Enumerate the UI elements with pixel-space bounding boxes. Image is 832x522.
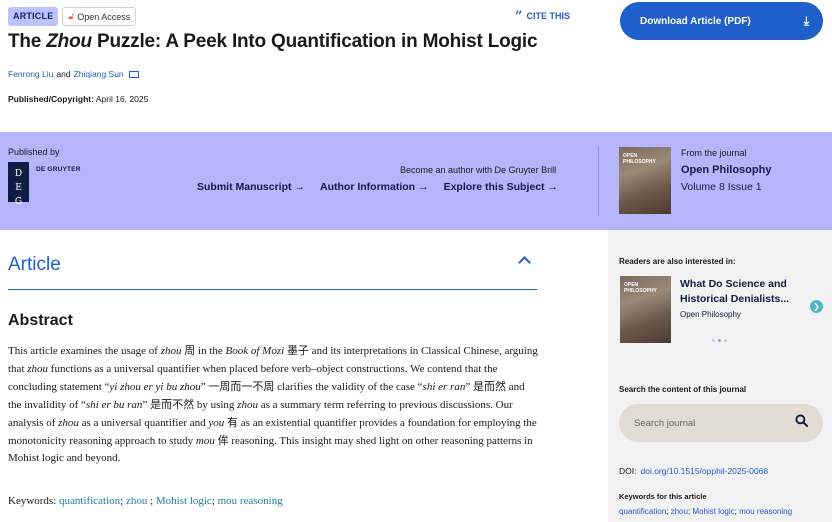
keywords-label: Keywords: xyxy=(8,495,57,507)
cite-this-label: CITE THIS xyxy=(526,11,570,21)
carousel-dot[interactable] xyxy=(724,339,727,342)
author-separator: and xyxy=(56,69,71,79)
open-access-label: Open Access xyxy=(77,11,131,22)
abstract-run: 周 in the xyxy=(181,345,226,357)
authors: Fenrong Liu and Zhiqiang Sun xyxy=(8,69,139,79)
author-information-link[interactable]: Author Information → xyxy=(320,181,429,193)
doi-link[interactable]: doi.org/10.1515/opphil-2025-0068 xyxy=(640,466,768,476)
article-title: The Zhou Puzzle: A Peek Into Quantificat… xyxy=(8,31,538,53)
divider xyxy=(598,146,599,216)
sidebar: Readers are also interested in: OPEN PHI… xyxy=(608,230,832,522)
badges: ARTICLE 🔓︎ Open Access xyxy=(8,7,137,26)
arrow-right-icon: → xyxy=(547,181,559,193)
logo-letter: G xyxy=(14,197,23,207)
pub-date-value: April 16, 2025 xyxy=(95,94,149,104)
journal-volume-link[interactable]: Volume 8 Issue 1 xyxy=(681,181,762,193)
search-icon[interactable] xyxy=(795,414,808,427)
keyword-link[interactable]: Mohist logic xyxy=(692,507,734,516)
journal-cover-image[interactable]: OPEN PHILOSOPHY xyxy=(619,147,671,214)
author-links: Submit Manuscript → Author Information → E… xyxy=(197,181,558,193)
keyword-link[interactable]: Mohist logic xyxy=(156,495,212,507)
abstract-term: you xyxy=(208,416,225,429)
download-label: Download Article (PDF) xyxy=(640,15,751,27)
cover-title: OPEN PHILOSOPHY xyxy=(623,153,656,165)
abstract-term: zhou xyxy=(160,345,182,357)
author-link[interactable]: Fenrong Liu xyxy=(8,69,53,79)
publisher-band: Published by D E G DE GRUYTER Become an … xyxy=(0,132,832,230)
keyword-link[interactable]: mou reasoning xyxy=(218,495,283,507)
download-pdf-button[interactable]: Download Article (PDF) ⤓ xyxy=(620,2,823,40)
keywords-line: Keywords: quantification; zhou ; Mohist … xyxy=(8,495,283,507)
keyword-link[interactable]: quantification xyxy=(619,507,666,516)
abstract-term: shi er ran xyxy=(422,380,466,393)
doi-line: DOI: doi.org/10.1515/opphil-2025-0068 xyxy=(619,466,768,476)
recommended-article-link[interactable]: What Do Science and Historical Denialist… xyxy=(680,277,810,306)
keyword-link[interactable]: quantification xyxy=(59,495,120,507)
mail-icon[interactable] xyxy=(128,70,139,78)
logo-letter: D xyxy=(14,169,23,179)
keyword-link[interactable]: zhou xyxy=(126,495,147,507)
download-icon: ⤓ xyxy=(803,13,809,28)
open-access-badge: 🔓︎ Open Access xyxy=(62,7,137,26)
published-by-label: Published by xyxy=(8,147,60,157)
recommended-journal: Open Philosophy xyxy=(680,310,741,319)
cite-this-button[interactable]: ” CITE THIS xyxy=(515,8,570,24)
recommended-cover-image[interactable]: OPEN PHILOSOPHY xyxy=(620,276,671,343)
submit-manuscript-link[interactable]: Submit Manuscript → xyxy=(197,181,305,193)
abstract-heading: Abstract xyxy=(8,312,73,329)
title-part: The xyxy=(8,31,47,52)
search-journal-input[interactable]: Search journal xyxy=(619,404,823,442)
abstract-term: mou xyxy=(195,434,215,447)
title-part: Puzzle: A Peek Into Quantification in Mo… xyxy=(91,31,538,52)
publisher-name: DE GRUYTER xyxy=(36,166,81,173)
doi-label: DOI: xyxy=(619,466,637,476)
article-type-badge: ARTICLE xyxy=(8,7,59,26)
cover-title: OPEN PHILOSOPHY xyxy=(624,282,657,294)
search-journal-heading: Search the content of this journal xyxy=(619,385,747,394)
abstract-term: shi er bu ran xyxy=(85,398,143,411)
chevron-up-icon[interactable] xyxy=(518,256,531,269)
abstract-term: zhou xyxy=(58,416,79,429)
quote-icon: ” xyxy=(515,8,523,24)
carousel-dots[interactable] xyxy=(712,339,727,342)
carousel-dot[interactable] xyxy=(712,339,715,342)
become-author-text: Become an author with De Gruyter Brill xyxy=(400,165,557,175)
logo-letter: E xyxy=(15,183,22,193)
link-label: Submit Manuscript xyxy=(197,181,292,193)
link-label: Author Information xyxy=(320,181,416,193)
article-header: ARTICLE 🔓︎ Open Access ” CITE THIS The Z… xyxy=(0,0,832,132)
arrow-right-icon: → xyxy=(294,181,306,193)
arrow-right-icon: → xyxy=(418,181,429,193)
abstract-text: This article examines the usage of zhou … xyxy=(8,343,540,468)
keyword-link[interactable]: zhou xyxy=(671,507,688,516)
abstract-term: zhou xyxy=(237,398,258,411)
readers-interested-heading: Readers are also interested in: xyxy=(619,257,736,266)
lock-icon: 🔓︎ xyxy=(68,11,75,21)
carousel-dot[interactable] xyxy=(718,339,721,342)
abstract-term: yi zhou er yi bu zhou xyxy=(109,380,201,393)
abstract-run: as a universal quantifier and xyxy=(78,416,209,429)
de-gruyter-logo[interactable]: D E G xyxy=(8,162,29,207)
keyword-link[interactable]: mou reasoning xyxy=(739,507,792,516)
link-label: Explore this Subject xyxy=(443,181,545,193)
chevron-right-icon[interactable]: ❯ xyxy=(810,300,823,313)
sidebar-keywords: quantification; zhou; Mohist logic; mou … xyxy=(619,507,793,516)
from-journal-label: From the journal xyxy=(681,148,747,158)
abstract-term: Book of Mozi xyxy=(225,345,285,357)
abstract-run: ” 是而不然 by using xyxy=(142,398,238,411)
pub-date-label: Published/Copyright: xyxy=(8,94,94,104)
abstract-run: ” 一周而一不周 clarifies the validity of the c… xyxy=(200,380,423,393)
search-placeholder: Search journal xyxy=(634,417,696,429)
explore-subject-link[interactable]: Explore this Subject → xyxy=(444,181,558,193)
publication-date: Published/Copyright: April 16, 2025 xyxy=(8,94,148,104)
section-title: Article xyxy=(8,254,61,275)
journal-name-link[interactable]: Open Philosophy xyxy=(681,164,771,176)
author-link[interactable]: Zhiqiang Sun xyxy=(74,69,124,79)
title-italic: Zhou xyxy=(46,31,92,52)
keywords-heading: Keywords for this article xyxy=(619,492,707,501)
abstract-term: zhou xyxy=(27,362,49,375)
abstract-run: This article examines the usage of xyxy=(8,345,161,357)
article-section-header[interactable]: Article xyxy=(8,254,537,290)
